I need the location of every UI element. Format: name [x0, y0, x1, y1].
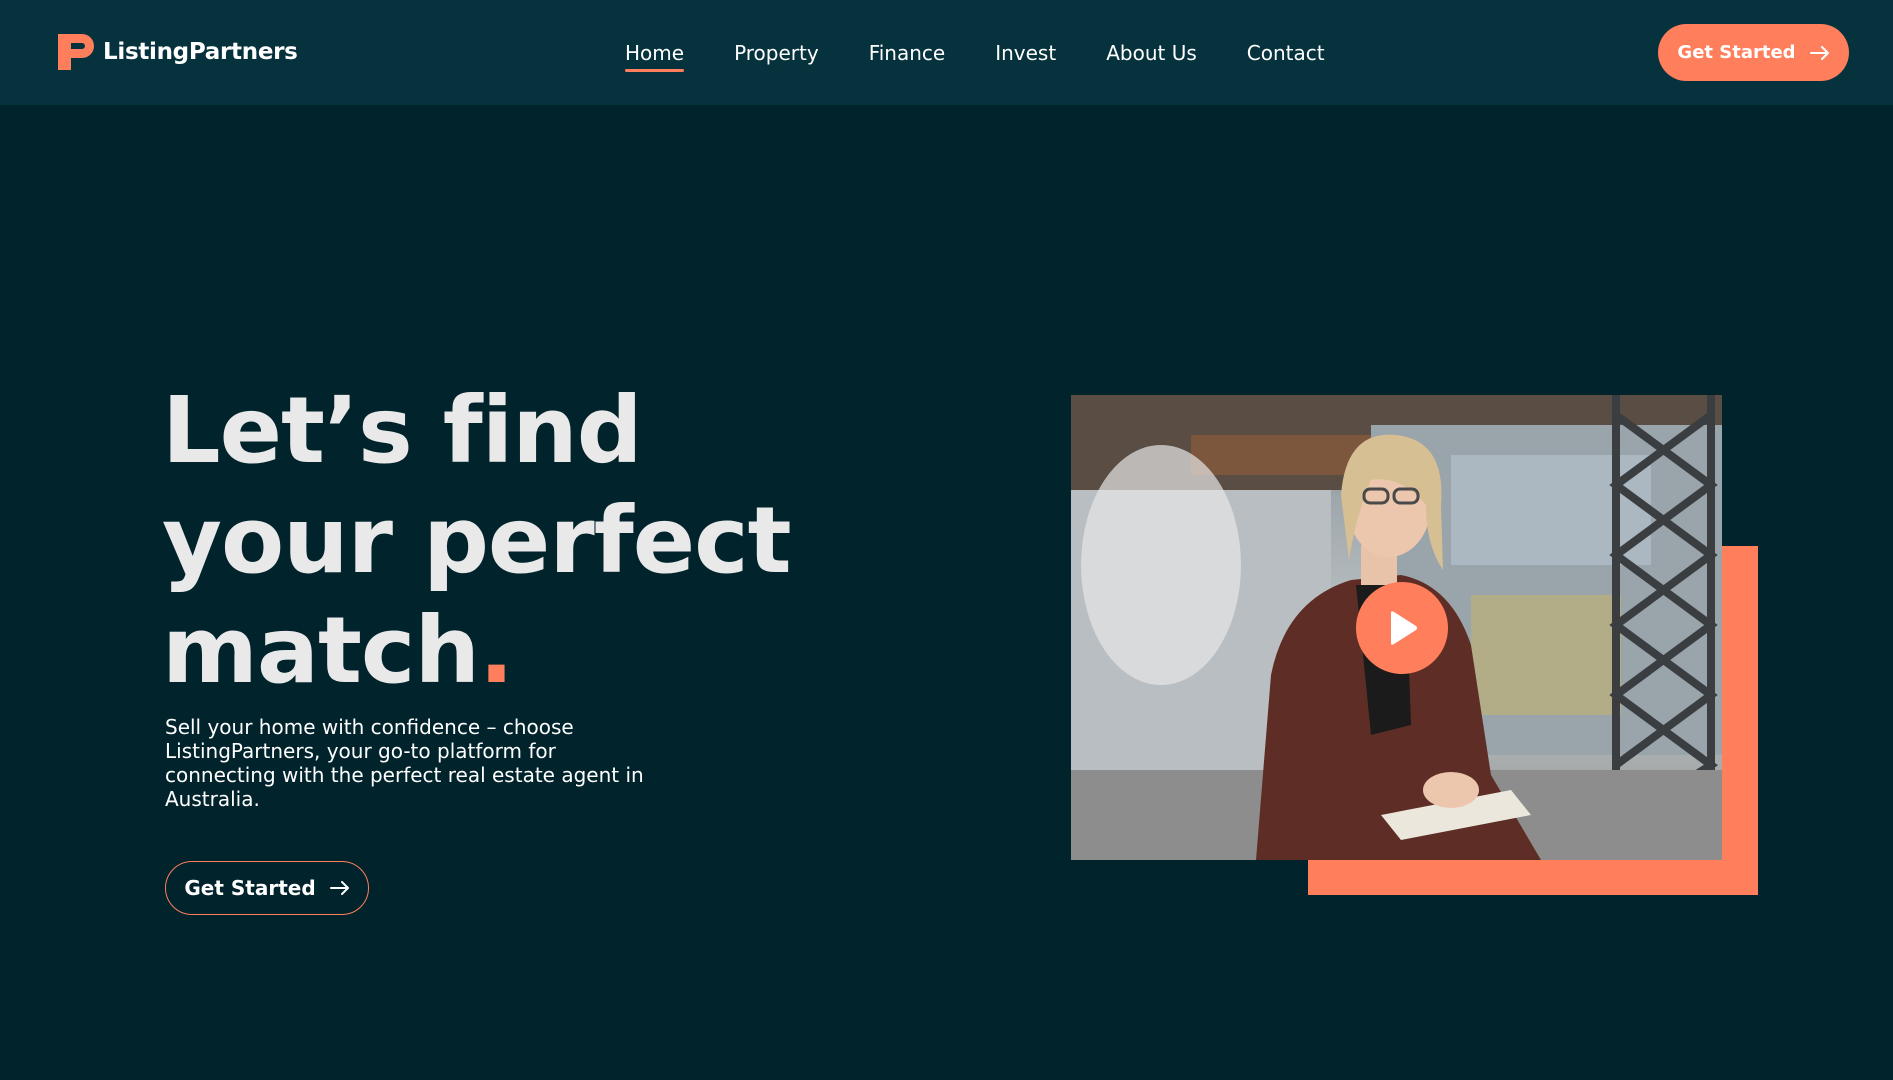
nav-finance[interactable]: Finance: [869, 40, 946, 66]
nav-property[interactable]: Property: [734, 40, 819, 66]
hero-title: Let’s find your perfect match.: [162, 376, 792, 706]
hero-title-dot: .: [478, 597, 514, 704]
hero-title-line-2: your perfect: [162, 487, 792, 594]
header-get-started-button[interactable]: Get Started: [1658, 24, 1849, 81]
nav-home[interactable]: Home: [625, 40, 685, 72]
brand-logo[interactable]: ListingPartners: [58, 34, 298, 70]
play-icon: [1391, 611, 1417, 645]
hero-title-line-1: Let’s find: [162, 377, 643, 484]
nav-about-us[interactable]: About Us: [1106, 40, 1197, 66]
arrow-right-icon: [1809, 45, 1829, 60]
main-nav: Home Property Finance Invest About Us Co…: [625, 40, 1325, 72]
header-get-started-label: Get Started: [1677, 42, 1796, 63]
video-play-button[interactable]: [1356, 582, 1448, 674]
logo-icon: [58, 34, 94, 70]
hero-title-line-3: match: [162, 597, 480, 704]
nav-invest[interactable]: Invest: [995, 40, 1056, 66]
top-navbar: ListingPartners Home Property Finance In…: [0, 0, 1893, 105]
hero-description: Sell your home with confidence – choose …: [165, 715, 644, 811]
hero-get-started-label: Get Started: [184, 876, 316, 900]
hero-get-started-button[interactable]: Get Started: [165, 861, 369, 915]
brand-name: ListingPartners: [103, 39, 298, 65]
nav-contact[interactable]: Contact: [1247, 40, 1325, 66]
arrow-right-icon: [329, 881, 349, 895]
